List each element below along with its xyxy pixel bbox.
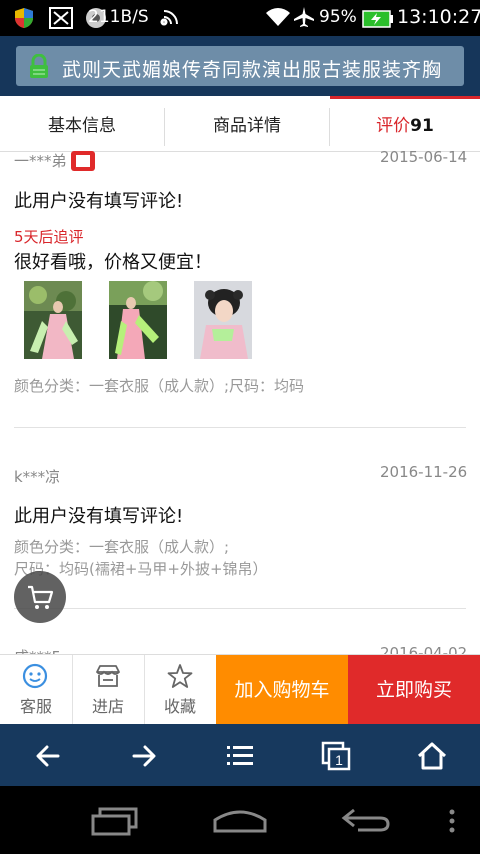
svg-text:1: 1 bbox=[335, 752, 343, 768]
action-label: 收藏 bbox=[163, 697, 196, 716]
battery-charging-icon bbox=[362, 10, 393, 28]
review-date: 2016-11-26 bbox=[380, 463, 468, 481]
followup-label: 5天后追评 bbox=[14, 228, 84, 246]
reviewer-name: k***凉 bbox=[14, 468, 61, 486]
review-photo[interactable] bbox=[109, 281, 167, 359]
shield-icon bbox=[15, 8, 33, 28]
review-photo[interactable] bbox=[194, 281, 252, 359]
airplane-mode-icon bbox=[294, 7, 314, 27]
wifi-icon bbox=[266, 8, 290, 26]
overflow-menu-icon[interactable] bbox=[448, 808, 456, 834]
reviewer-name: 一***弟 bbox=[14, 152, 67, 170]
floating-cart-button[interactable] bbox=[14, 571, 66, 623]
action-label: 客服 bbox=[19, 697, 52, 716]
review-date: 2015-06-14 bbox=[380, 148, 468, 166]
review-photo[interactable] bbox=[24, 281, 82, 359]
net-speed: 211B/S bbox=[88, 7, 149, 27]
tab-label: 评价 bbox=[376, 116, 411, 136]
add-to-cart-button[interactable]: 加入购物车 bbox=[216, 655, 348, 725]
review-sku: 颜色分类：一套衣服（成人款）; bbox=[14, 538, 230, 556]
buy-now-button[interactable]: 立即购买 bbox=[348, 655, 480, 725]
recent-apps-icon[interactable] bbox=[90, 806, 140, 836]
review-divider bbox=[14, 427, 466, 428]
lock-icon bbox=[30, 54, 48, 78]
tab-label: 商品详情 bbox=[213, 116, 281, 136]
store-button[interactable]: 进店 bbox=[72, 655, 144, 725]
bottom-action-bar: 客服 进店 收藏 加入购物车 立即购买 bbox=[0, 654, 480, 725]
clock-time: 13:10:27 bbox=[397, 6, 480, 28]
system-navigation-bar bbox=[0, 786, 480, 854]
tab-basic-info[interactable]: 基本信息 bbox=[0, 96, 164, 152]
member-level-badge-icon bbox=[71, 151, 95, 171]
forward-arrow-icon[interactable] bbox=[128, 740, 160, 772]
page-title: 武则天武媚娘传奇同款演出服古装服装齐胸 bbox=[62, 59, 443, 81]
back-button-icon[interactable] bbox=[340, 806, 392, 834]
star-icon bbox=[167, 664, 193, 688]
tab-label: 基本信息 bbox=[48, 116, 116, 136]
review-text: 此用户没有填写评论! bbox=[14, 506, 184, 527]
cart-icon bbox=[28, 585, 54, 609]
tab-bar: 基本信息 商品详情 评价91 bbox=[0, 96, 480, 152]
customer-service-icon bbox=[22, 663, 48, 689]
followup-text: 很好看哦，价格又便宜！ bbox=[14, 252, 212, 273]
header: 武则天武媚娘传奇同款演出服古装服装齐胸 bbox=[0, 36, 480, 98]
home-icon[interactable] bbox=[416, 740, 448, 772]
tab-reviews[interactable]: 评价91 bbox=[330, 96, 480, 152]
store-icon bbox=[96, 665, 120, 687]
back-arrow-icon[interactable] bbox=[32, 740, 64, 772]
battery-percent: 95% bbox=[319, 7, 357, 27]
review-sku: 颜色分类：一套衣服（成人款）;尺码：均码 bbox=[14, 377, 305, 395]
app-notification-icon bbox=[49, 7, 73, 29]
cast-icon bbox=[160, 10, 178, 26]
favorite-button[interactable]: 收藏 bbox=[144, 655, 216, 725]
tabs-count-icon[interactable]: 1 bbox=[320, 740, 352, 772]
active-tab-indicator bbox=[330, 96, 480, 99]
status-bar: 211B/S 95% 13:10:27 bbox=[0, 0, 480, 36]
browser-toolbar: 1 bbox=[0, 724, 480, 786]
customer-service-button[interactable]: 客服 bbox=[0, 655, 72, 725]
review-text: 此用户没有填写评论! bbox=[14, 191, 184, 212]
title-bar[interactable]: 武则天武媚娘传奇同款演出服古装服装齐胸 bbox=[16, 46, 464, 86]
review-count: 91 bbox=[410, 116, 434, 136]
menu-icon[interactable] bbox=[224, 740, 256, 772]
review-divider bbox=[14, 608, 466, 609]
tab-product-details[interactable]: 商品详情 bbox=[165, 96, 329, 152]
action-label: 进店 bbox=[91, 697, 124, 716]
home-button-icon[interactable] bbox=[212, 806, 268, 834]
